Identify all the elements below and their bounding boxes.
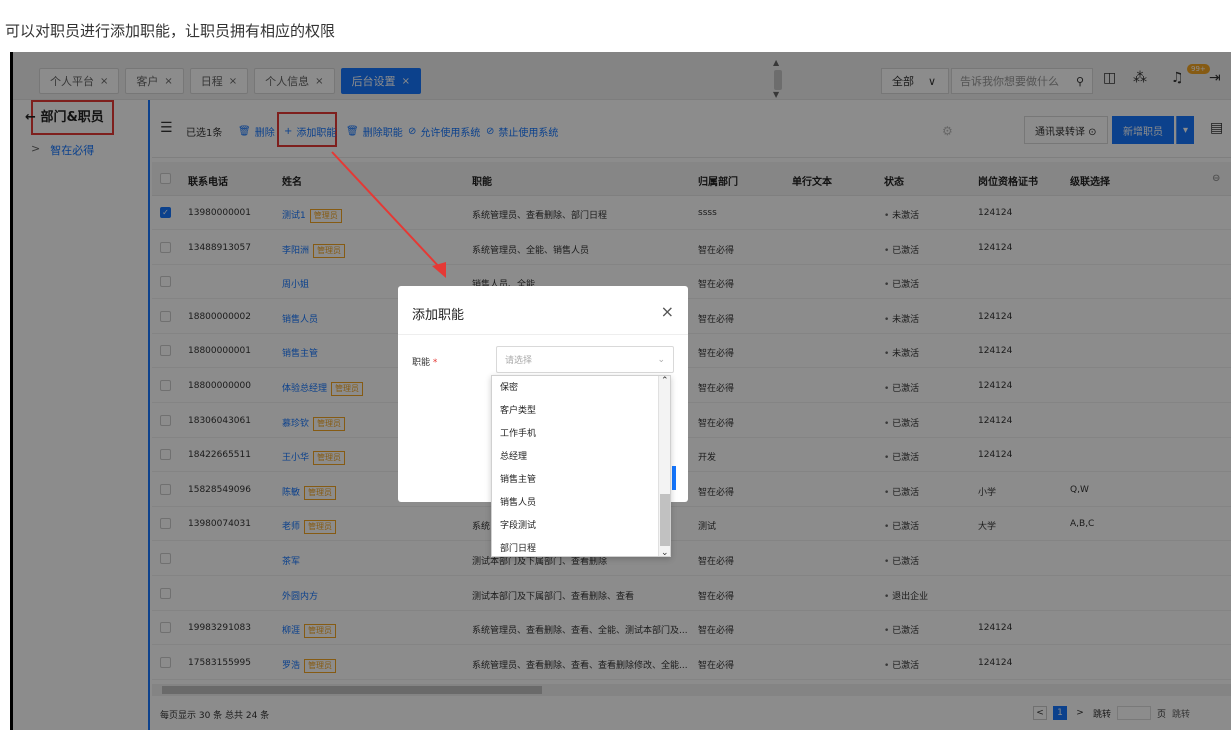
chevron-down-icon: ⌄: [657, 354, 665, 365]
dialog-title: 添加职能: [412, 308, 465, 323]
confirm-button[interactable]: [672, 466, 676, 490]
option-item[interactable]: 总经理: [500, 449, 527, 462]
option-item[interactable]: 部门日程: [500, 541, 536, 554]
option-item[interactable]: 销售主管: [500, 472, 536, 485]
close-icon[interactable]: ×: [661, 302, 674, 321]
page-caption: 可以对职员进行添加职能，让职员拥有相应的权限: [5, 22, 336, 40]
scroll-thumb[interactable]: [660, 494, 670, 546]
option-item[interactable]: 销售人员: [500, 495, 536, 508]
required-mark: *: [432, 358, 438, 368]
function-select[interactable]: 请选择 ⌄: [496, 346, 674, 373]
chevron-up-icon[interactable]: ⌃: [661, 376, 669, 386]
select-placeholder: 请选择: [505, 356, 533, 366]
divider: [398, 334, 688, 335]
function-label-text: 职能: [412, 358, 431, 368]
function-label: 职能 *: [412, 355, 437, 368]
option-item[interactable]: 保密: [500, 380, 518, 393]
function-dropdown: 保密 客户类型 工作手机 总经理 销售主管 销售人员 字段测试 部门日程 ⌃ ⌄: [491, 375, 671, 557]
chevron-down-icon[interactable]: ⌄: [661, 548, 669, 556]
option-item[interactable]: 字段测试: [500, 518, 536, 531]
option-item[interactable]: 工作手机: [500, 426, 536, 439]
option-item[interactable]: 客户类型: [500, 403, 536, 416]
dropdown-scrollbar[interactable]: ⌃ ⌄: [658, 376, 670, 556]
